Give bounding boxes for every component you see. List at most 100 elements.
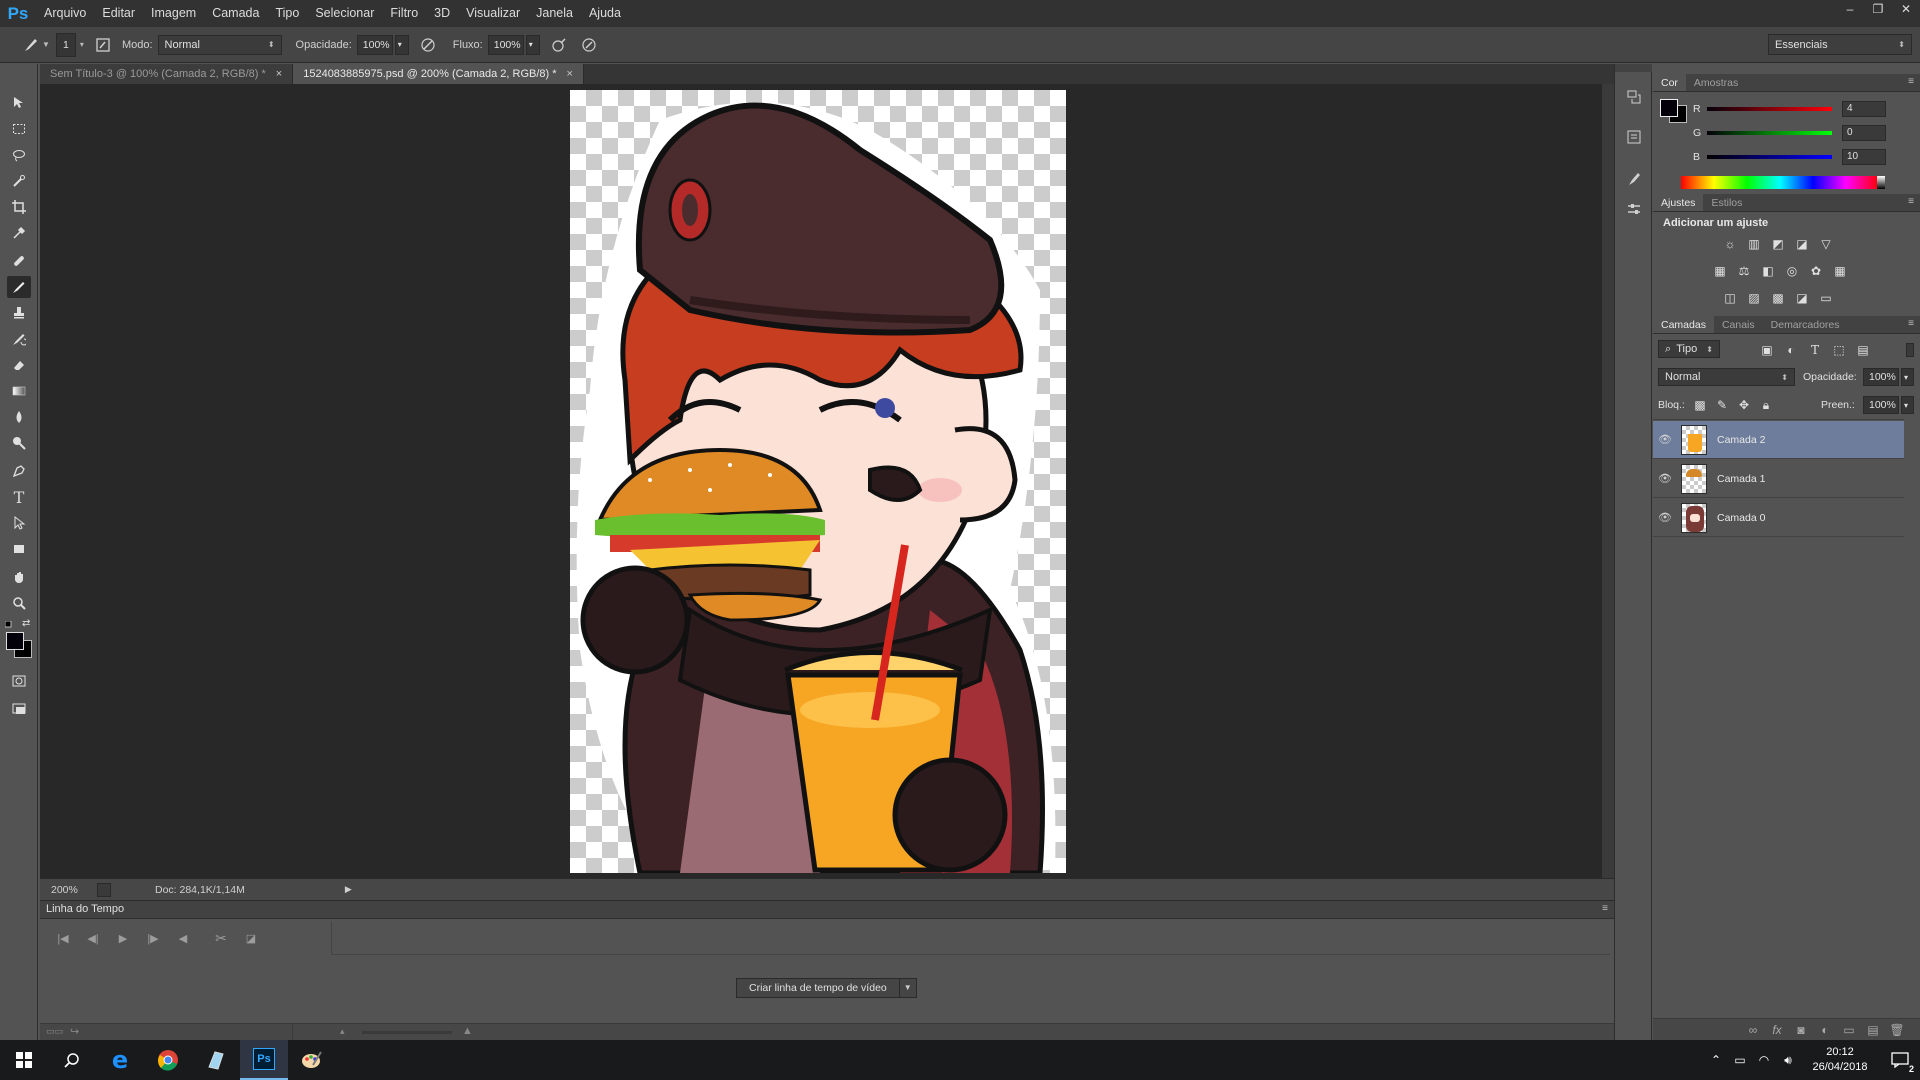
vibrance-icon[interactable]: ▽ xyxy=(1817,236,1835,252)
levels-icon[interactable]: ▥ xyxy=(1745,236,1763,252)
type-layer-filter-icon[interactable]: T xyxy=(1806,342,1824,358)
red-value-input[interactable]: 4 xyxy=(1842,101,1886,117)
green-value-input[interactable]: 0 xyxy=(1842,125,1886,141)
brush-presets-panel-icon[interactable] xyxy=(1623,168,1645,190)
photoshop-taskbar-icon[interactable]: Ps xyxy=(240,1040,288,1080)
gradient-tool-icon[interactable] xyxy=(7,380,31,402)
frame-animation-icon[interactable]: ▭▭ xyxy=(46,1026,63,1037)
eraser-tool-icon[interactable] xyxy=(7,354,31,376)
photo-filter-icon[interactable]: ◎ xyxy=(1783,263,1801,279)
menu-filtro[interactable]: Filtro xyxy=(382,0,426,27)
dodge-tool-icon[interactable] xyxy=(7,432,31,454)
smart-object-filter-icon[interactable]: ▤ xyxy=(1854,342,1872,358)
zoom-tool-icon[interactable] xyxy=(7,592,31,614)
opacity-input[interactable]: 100% xyxy=(356,34,393,55)
first-frame-icon[interactable]: |◀ xyxy=(48,932,78,945)
shape-layer-filter-icon[interactable]: ⬚ xyxy=(1830,342,1848,358)
panel-menu-icon[interactable]: ≡ xyxy=(1602,903,1608,914)
close-button[interactable]: ✕ xyxy=(1892,0,1920,18)
menu-arquivo[interactable]: Arquivo xyxy=(36,0,94,27)
add-mask-icon[interactable]: ◙ xyxy=(1792,1022,1810,1038)
prev-frame-icon[interactable]: ◀| xyxy=(78,932,108,945)
red-slider[interactable] xyxy=(1707,107,1832,111)
gradient-map-icon[interactable]: ▭ xyxy=(1817,290,1835,306)
menu-janela[interactable]: Janela xyxy=(528,0,581,27)
tab-demarcadores[interactable]: Demarcadores xyxy=(1763,316,1848,333)
restore-button[interactable]: ❐ xyxy=(1864,0,1892,18)
visibility-eye-icon[interactable]: 👁︎ xyxy=(1653,511,1677,524)
blue-slider[interactable] xyxy=(1707,155,1832,159)
visibility-eye-icon[interactable]: 👁︎ xyxy=(1653,472,1677,485)
chrome-browser-icon[interactable] xyxy=(144,1040,192,1080)
blur-tool-icon[interactable] xyxy=(7,406,31,428)
lock-position-icon[interactable]: ✥ xyxy=(1735,397,1753,413)
transition-icon[interactable]: ◪ xyxy=(236,932,266,945)
quick-mask-icon[interactable] xyxy=(7,670,31,692)
brush-tool-icon[interactable] xyxy=(7,276,31,298)
menu-ajuda[interactable]: Ajuda xyxy=(581,0,629,27)
color-balance-icon[interactable]: ⚖ xyxy=(1735,263,1753,279)
menu-selecionar[interactable]: Selecionar xyxy=(307,0,382,27)
eyedropper-tool-icon[interactable] xyxy=(7,222,31,244)
color-foreground-swatch[interactable] xyxy=(1660,99,1678,117)
flow-dropdown-icon[interactable]: ▾ xyxy=(525,34,540,55)
battery-icon[interactable]: ▭ xyxy=(1728,1053,1752,1067)
zoom-level[interactable]: 200% xyxy=(51,884,91,896)
workspace-dropdown[interactable]: Essenciais ⬍ xyxy=(1768,34,1912,55)
layer-style-icon[interactable]: fx xyxy=(1768,1022,1786,1038)
layer-opacity-dropdown-icon[interactable]: ▾ xyxy=(1901,368,1914,386)
windows-start-icon[interactable] xyxy=(0,1040,48,1080)
exposure-icon[interactable]: ◪ xyxy=(1793,236,1811,252)
lock-pixels-icon[interactable]: ✎ xyxy=(1713,397,1731,413)
pressure-size-icon[interactable] xyxy=(578,34,600,56)
lock-transparency-icon[interactable]: ▩ xyxy=(1691,397,1709,413)
timeline-title[interactable]: Linha do Tempo xyxy=(46,903,124,915)
tab-camadas[interactable]: Camadas xyxy=(1653,316,1714,333)
selective-color-icon[interactable]: ◪ xyxy=(1793,290,1811,306)
screen-mode-icon[interactable] xyxy=(7,698,31,720)
fill-dropdown-icon[interactable]: ▾ xyxy=(1901,396,1914,414)
pressure-opacity-icon[interactable] xyxy=(417,34,439,56)
green-slider[interactable] xyxy=(1707,131,1832,135)
menu-tipo[interactable]: Tipo xyxy=(267,0,307,27)
color-lookup-icon[interactable]: ▦ xyxy=(1831,263,1849,279)
search-icon[interactable] xyxy=(48,1040,96,1080)
black-white-ramp[interactable] xyxy=(1877,176,1885,189)
tab-1524083885975-psd[interactable]: 1524083885975.psd @ 200% (Camada 2, RGB/… xyxy=(293,64,584,84)
menu-visualizar[interactable]: Visualizar xyxy=(458,0,528,27)
tab-sem-titulo-3[interactable]: Sem Título-3 @ 100% (Camada 2, RGB/8) * × xyxy=(40,64,294,84)
play-icon[interactable]: ▶ xyxy=(108,932,138,945)
hue-saturation-icon[interactable]: ▦ xyxy=(1711,263,1729,279)
link-layers-icon[interactable]: ∞ xyxy=(1744,1022,1762,1038)
menu-editar[interactable]: Editar xyxy=(94,0,143,27)
paint-app-icon[interactable] xyxy=(288,1040,336,1080)
zoom-in-mountain-icon[interactable]: ▲ xyxy=(462,1025,473,1037)
render-video-icon[interactable]: ↪ xyxy=(70,1025,79,1038)
blend-mode-dropdown[interactable]: Normal ⬍ xyxy=(1658,368,1795,386)
timeline-mode-dropdown-icon[interactable]: ▼ xyxy=(899,978,917,998)
swap-colors-icon[interactable]: ⇄ xyxy=(22,618,30,629)
threshold-icon[interactable]: ▩ xyxy=(1769,290,1787,306)
healing-brush-tool-icon[interactable] xyxy=(7,250,31,272)
wifi-icon[interactable]: ◠ xyxy=(1752,1053,1776,1067)
foreground-color-swatch[interactable] xyxy=(6,632,24,650)
scissors-icon[interactable]: ✂ xyxy=(206,930,236,947)
tab-ajustes[interactable]: Ajustes xyxy=(1653,194,1704,211)
layer-row-camada-2[interactable]: 👁︎ Camada 2 xyxy=(1653,421,1904,459)
lock-all-icon[interactable]: 🔒︎ xyxy=(1757,397,1775,413)
status-info-icon[interactable] xyxy=(97,882,111,897)
clone-stamp-tool-icon[interactable] xyxy=(7,302,31,324)
opacity-dropdown-icon[interactable]: ▾ xyxy=(394,34,409,55)
delete-layer-icon[interactable]: 🗑︎ xyxy=(1888,1022,1906,1038)
layer-row-camada-0[interactable]: 👁︎ Camada 0 xyxy=(1653,499,1904,537)
status-menu-arrow-icon[interactable]: ▶ xyxy=(345,884,352,895)
document-canvas[interactable] xyxy=(570,90,1066,873)
color-spectrum-ramp[interactable] xyxy=(1681,176,1879,189)
system-clock[interactable]: 20:12 26/04/2018 xyxy=(1800,1045,1880,1075)
menu-camada[interactable]: Camada xyxy=(204,0,267,27)
layer-filter-dropdown[interactable]: ⌕ Tipo ⬍ xyxy=(1658,340,1720,358)
close-icon[interactable]: × xyxy=(276,68,282,80)
default-colors-icon[interactable] xyxy=(4,620,15,628)
new-group-icon[interactable]: ▭ xyxy=(1840,1022,1858,1038)
brush-panel-icon[interactable] xyxy=(92,34,114,56)
